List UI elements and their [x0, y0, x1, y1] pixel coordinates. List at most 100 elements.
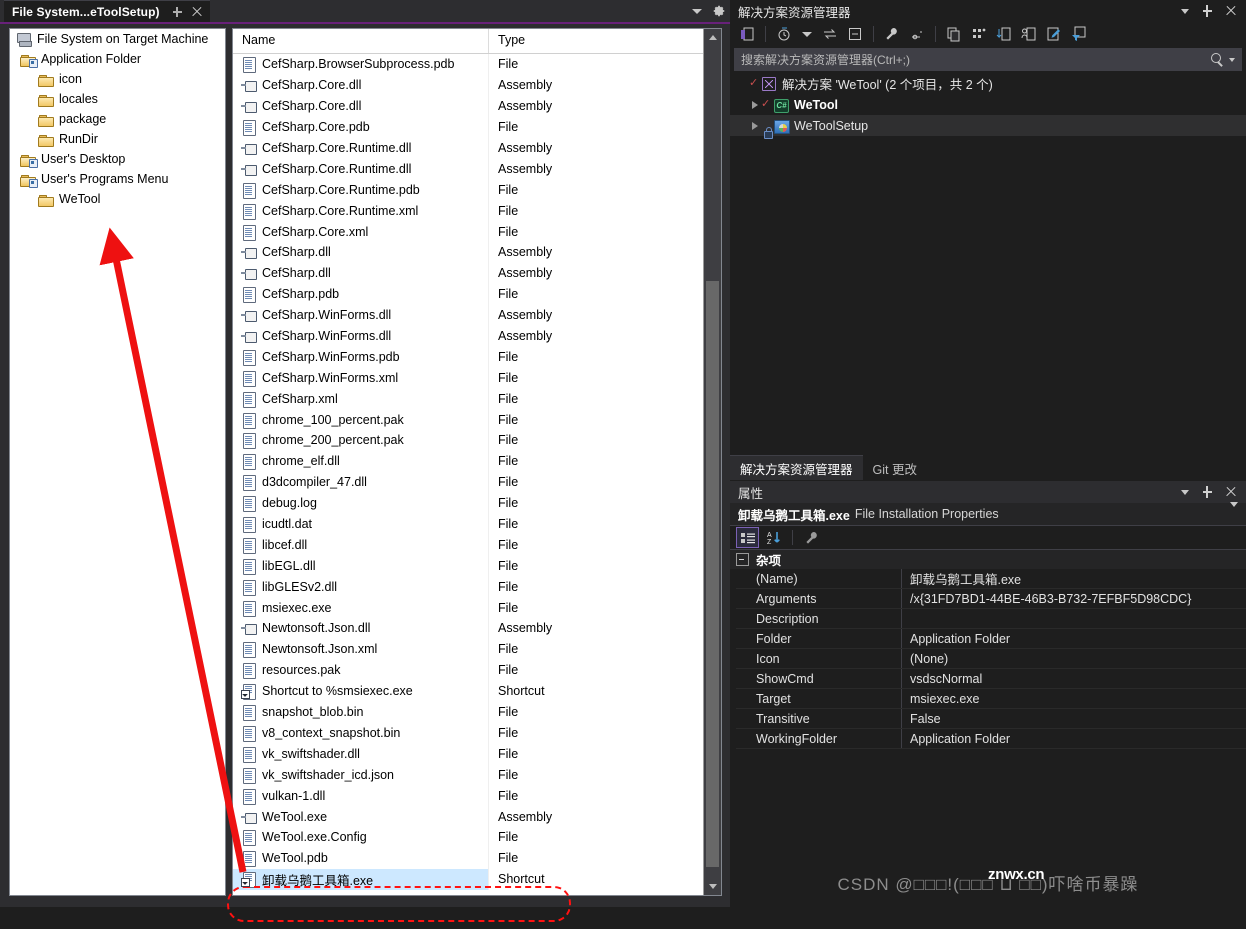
table-row[interactable]: 卸载乌鹅工具箱.exe Shortcut — [233, 868, 721, 890]
column-header-type[interactable]: Type — [489, 29, 721, 53]
table-row[interactable]: CefSharp.BrowserSubprocess.pdb File — [233, 54, 721, 75]
tree-item-package[interactable]: package — [10, 109, 225, 129]
project-node-wetool[interactable]: ✓ C# WeTool — [730, 94, 1246, 115]
collapse-icon[interactable] — [736, 553, 749, 566]
table-row[interactable]: msiexec.exe File — [233, 597, 721, 619]
table-row[interactable]: CefSharp.dll Assembly — [233, 242, 721, 263]
property-row[interactable]: WorkingFolder Application Folder — [736, 729, 1246, 749]
property-pages-icon[interactable] — [801, 528, 822, 547]
table-row[interactable]: resources.pak File — [233, 659, 721, 681]
column-header-name[interactable]: Name — [233, 29, 489, 53]
table-row[interactable]: CefSharp.pdb File — [233, 283, 721, 305]
property-value[interactable]: False — [902, 712, 1246, 726]
property-value[interactable]: /x{31FD7BD1-44BE-46B3-B732-7EFBF5D98CDC} — [902, 592, 1246, 606]
close-icon[interactable] — [190, 5, 204, 19]
property-value[interactable]: (None) — [902, 652, 1246, 666]
tree-item-users-programs-menu[interactable]: User's Programs Menu — [10, 169, 225, 189]
table-row[interactable]: WeTool.exe Assembly — [233, 806, 721, 827]
tab-git-changes[interactable]: Git 更改 — [863, 456, 927, 480]
grid-vertical-scrollbar[interactable] — [703, 29, 721, 895]
solution-explorer-search[interactable]: 搜索解决方案资源管理器(Ctrl+;) — [734, 48, 1242, 71]
table-row[interactable]: Newtonsoft.Json.dll Assembly — [233, 618, 721, 639]
chevron-down-icon[interactable] — [1181, 8, 1189, 14]
table-row[interactable]: chrome_elf.dll File — [233, 450, 721, 472]
tree-item-icon[interactable]: icon — [10, 69, 225, 89]
table-row[interactable]: libEGL.dll File — [233, 555, 721, 577]
table-row[interactable]: chrome_100_percent.pak File — [233, 409, 721, 431]
preview-icon[interactable] — [1018, 24, 1040, 45]
table-row[interactable]: debug.log File — [233, 492, 721, 514]
show-all-files-icon[interactable] — [906, 24, 928, 45]
edit-icon[interactable] — [1043, 24, 1065, 45]
table-row[interactable]: snapshot_blob.bin File — [233, 701, 721, 723]
table-row[interactable]: vulkan-1.dll File — [233, 785, 721, 807]
table-row[interactable]: WeTool.pdb File — [233, 847, 721, 869]
tree-item-file-system-on-target-machine[interactable]: File System on Target Machine — [10, 29, 225, 49]
property-value[interactable]: 卸载乌鹅工具箱.exe — [902, 569, 1246, 588]
chevron-down-icon[interactable] — [1229, 57, 1235, 62]
close-icon[interactable] — [1225, 5, 1237, 17]
alphabetical-icon[interactable]: AZ — [763, 528, 784, 547]
table-row[interactable]: CefSharp.Core.dll Assembly — [233, 74, 721, 96]
table-row[interactable]: CefSharp.xml File — [233, 388, 721, 410]
property-value[interactable]: Application Folder — [902, 732, 1246, 746]
property-row[interactable]: (Name) 卸载乌鹅工具箱.exe — [736, 569, 1246, 589]
tree-item-application-folder[interactable]: Application Folder — [10, 49, 225, 69]
table-row[interactable]: CefSharp.WinForms.dll Assembly — [233, 325, 721, 347]
property-row[interactable]: Transitive False — [736, 709, 1246, 729]
properties-object-selector[interactable]: 卸载乌鹅工具箱.exe File Installation Properties — [730, 502, 1246, 526]
collapse-all-icon[interactable] — [844, 24, 866, 45]
table-row[interactable]: d3dcompiler_47.dll File — [233, 471, 721, 493]
table-row[interactable]: CefSharp.Core.pdb File — [233, 116, 721, 138]
property-row[interactable]: Icon (None) — [736, 649, 1246, 669]
pending-changes-icon[interactable] — [773, 24, 795, 45]
property-row[interactable]: Target msiexec.exe — [736, 689, 1246, 709]
expander-icon[interactable] — [748, 98, 761, 111]
expander-icon[interactable] — [748, 119, 761, 132]
table-row[interactable]: CefSharp.WinForms.pdb File — [233, 346, 721, 368]
table-row[interactable]: CefSharp.WinForms.dll Assembly — [233, 304, 721, 326]
property-row[interactable]: Description — [736, 609, 1246, 629]
property-category-header[interactable]: 杂项 — [730, 550, 1246, 569]
table-row[interactable]: CefSharp.Core.Runtime.dll Assembly — [233, 137, 721, 159]
close-icon[interactable] — [1225, 486, 1237, 498]
pin-icon[interactable] — [1201, 485, 1213, 499]
view-class-diagram-icon[interactable] — [968, 24, 990, 45]
tree-item-rundir[interactable]: RunDir — [10, 129, 225, 149]
property-row[interactable]: Arguments/x{31FD7BD1-44BE-46B3-B732-7EFB… — [736, 589, 1246, 609]
property-value[interactable]: msiexec.exe — [902, 692, 1246, 706]
table-row[interactable]: Shortcut to %smsiexec.exe Shortcut — [233, 680, 721, 702]
pin-icon[interactable] — [1201, 4, 1213, 18]
target-machine-tree[interactable]: File System on Target Machine Applicatio… — [9, 28, 226, 896]
property-value[interactable]: vsdscNormal — [902, 672, 1246, 686]
table-row[interactable]: CefSharp.Core.Runtime.dll Assembly — [233, 158, 721, 180]
categorized-icon[interactable] — [736, 527, 759, 548]
open-in-editor-icon[interactable] — [736, 24, 758, 45]
table-row[interactable]: CefSharp.Core.Runtime.pdb File — [233, 179, 721, 201]
scroll-up-arrow-icon[interactable] — [704, 29, 721, 46]
tree-item-users-desktop[interactable]: User's Desktop — [10, 149, 225, 169]
filter-icon[interactable] — [1068, 24, 1090, 45]
property-row[interactable]: ShowCmd vsdscNormal — [736, 669, 1246, 689]
table-row[interactable]: Newtonsoft.Json.xml File — [233, 638, 721, 660]
project-node-wetoolsetup[interactable]: WeToolSetup — [730, 115, 1246, 139]
table-row[interactable]: v8_context_snapshot.bin File — [233, 722, 721, 744]
sort-icon[interactable] — [993, 24, 1015, 45]
table-row[interactable]: CefSharp.Core.xml File — [233, 221, 721, 243]
scroll-down-arrow-icon[interactable] — [704, 878, 721, 895]
property-row[interactable]: Folder Application Folder — [736, 629, 1246, 649]
property-value[interactable]: Application Folder — [902, 632, 1246, 646]
chevron-down-icon[interactable] — [802, 31, 812, 37]
chevron-down-icon[interactable] — [692, 8, 702, 14]
tree-item-wetool[interactable]: WeTool — [10, 189, 225, 209]
copy-icon[interactable] — [943, 24, 965, 45]
tab-solution-explorer[interactable]: 解决方案资源管理器 — [730, 455, 863, 480]
table-row[interactable]: CefSharp.WinForms.xml File — [233, 367, 721, 389]
table-row[interactable]: vk_swiftshader_icd.json File — [233, 764, 721, 786]
table-row[interactable]: CefSharp.Core.Runtime.xml File — [233, 200, 721, 222]
chevron-down-icon[interactable] — [1230, 502, 1246, 521]
sync-icon[interactable] — [819, 24, 841, 45]
tree-item-locales[interactable]: locales — [10, 89, 225, 109]
table-row[interactable]: vk_swiftshader.dll File — [233, 743, 721, 765]
table-row[interactable]: CefSharp.dll Assembly — [233, 262, 721, 284]
